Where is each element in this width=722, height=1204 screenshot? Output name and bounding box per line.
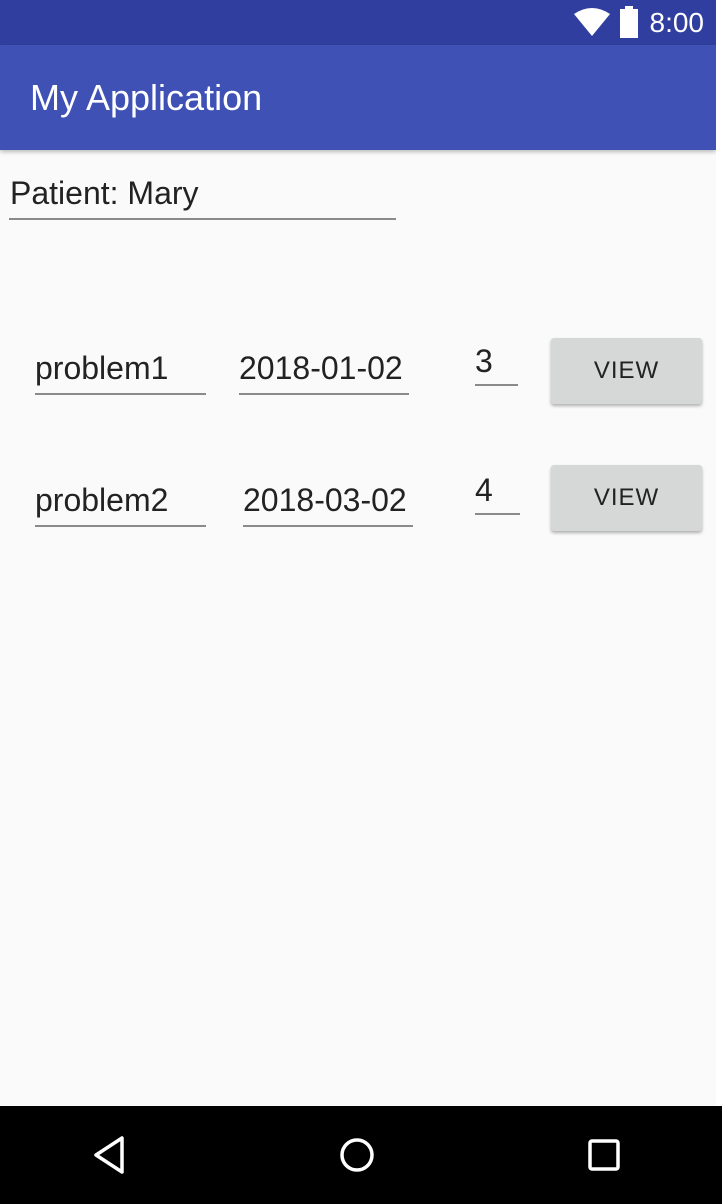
- app-title: My Application: [30, 77, 263, 118]
- recents-icon[interactable]: [581, 1132, 627, 1178]
- problem-count: 3: [475, 343, 493, 379]
- view-button-label: VIEW: [593, 484, 660, 511]
- problem-name-field[interactable]: problem2: [35, 482, 206, 527]
- status-time: 8:00: [649, 7, 705, 38]
- view-button[interactable]: VIEW: [551, 338, 702, 404]
- back-icon[interactable]: [88, 1132, 134, 1178]
- problem-date: 2018-03-02: [243, 482, 407, 518]
- problem-date-field[interactable]: 2018-03-02: [243, 482, 413, 527]
- problem-count: 4: [475, 472, 493, 508]
- battery-icon: [620, 6, 638, 38]
- problem-date: 2018-01-02: [239, 350, 403, 386]
- status-bar: 8:00: [0, 0, 716, 45]
- problem-name-field[interactable]: problem1: [35, 350, 206, 395]
- patient-field[interactable]: Patient: Mary: [9, 175, 396, 220]
- view-button-label: VIEW: [593, 357, 660, 384]
- screen-edge: [716, 0, 722, 1106]
- problem-count-field[interactable]: 3: [475, 343, 518, 386]
- problem-count-field[interactable]: 4: [475, 472, 520, 515]
- problem-date-field[interactable]: 2018-01-02: [239, 350, 409, 395]
- problem-name: problem1: [35, 350, 169, 386]
- home-icon[interactable]: [334, 1132, 380, 1178]
- view-button[interactable]: VIEW: [551, 465, 702, 531]
- problem-name: problem2: [35, 482, 169, 518]
- patient-label: Patient: Mary: [10, 175, 199, 211]
- navigation-bar: [0, 1106, 722, 1204]
- wifi-icon: [574, 8, 610, 36]
- app-bar: My Application: [0, 45, 716, 150]
